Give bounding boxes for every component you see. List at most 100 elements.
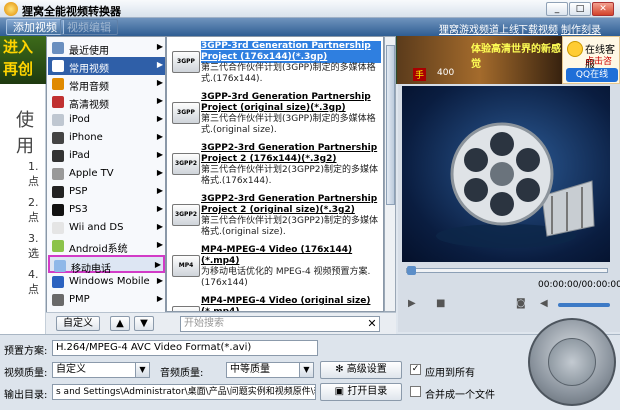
- format-item[interactable]: 3GPP2 3GPP2-3rd Generation Partnership Pr…: [167, 139, 383, 191]
- ipad-icon: [52, 150, 64, 162]
- stop-button[interactable]: ■: [436, 298, 445, 309]
- hd-icon: [52, 96, 64, 108]
- scrollbar-thumb[interactable]: [386, 45, 395, 205]
- search-clear-icon[interactable]: ✕: [365, 317, 379, 331]
- preset-value: H.264/MPEG-4 AVC Video Format(*.avi): [56, 342, 252, 353]
- category-item[interactable]: Android系统 ▶: [48, 237, 165, 255]
- category-label: Wii and DS: [69, 222, 124, 233]
- chevron-right-icon: ▶: [156, 42, 163, 51]
- chevron-down-icon[interactable]: ▼: [299, 363, 313, 377]
- volume-slider[interactable]: [558, 303, 610, 307]
- preset-label: 预置方案:: [4, 346, 48, 357]
- minimize-button[interactable]: _: [546, 2, 568, 16]
- category-item[interactable]: 高清视频 ▶: [48, 93, 165, 111]
- format-name: 3GPP2-3rd Generation Partnership Project…: [201, 194, 378, 215]
- category-item[interactable]: Apple TV ▶: [48, 165, 165, 183]
- format-item[interactable]: MP4MP4-MPEG-4 Video (original size)(*.mp…: [167, 292, 383, 311]
- category-item[interactable]: iPad ▶: [48, 147, 165, 165]
- apply-all-checkbox[interactable]: ✓: [410, 364, 421, 375]
- format-icon: 3GPP2: [172, 153, 200, 175]
- category-item[interactable]: iPod ▶: [48, 111, 165, 129]
- appletv-icon: [52, 168, 64, 180]
- category-label: Windows Mobile: [69, 276, 150, 287]
- category-bottom-bar: 自定义 ▲ ▼ 开始搜索 ✕: [46, 312, 396, 334]
- category-item[interactable]: iPhone ▶: [48, 129, 165, 147]
- category-item[interactable]: 常用视频 ▶: [48, 57, 165, 75]
- toolbar: 添加视频 视频编辑 狸窝游戏频道上线 下载视频 制作刻录DVD: [0, 18, 620, 47]
- output-dir-input[interactable]: s and Settings\Administrator\桌面\产品\问题实例和…: [52, 384, 316, 400]
- wii-icon: [52, 222, 64, 234]
- open-dir-button[interactable]: ▣ 打开目录: [320, 383, 402, 401]
- format-icon: 3GPP: [172, 102, 200, 124]
- format-icon: 3GPP: [172, 51, 200, 73]
- category-item[interactable]: 常用音频 ▶: [48, 75, 165, 93]
- add-video-button[interactable]: 添加视频: [6, 19, 64, 35]
- category-item[interactable]: Windows Mobile ▶: [48, 273, 165, 291]
- format-item[interactable]: 3GPP 3GPP-3rd Generation Partnership Proj…: [167, 37, 383, 89]
- seek-handle[interactable]: [407, 266, 416, 275]
- chevron-right-icon: ▶: [154, 260, 161, 269]
- maximize-button[interactable]: □: [569, 2, 591, 16]
- qq-online-button[interactable]: QQ在线: [566, 68, 618, 82]
- category-item[interactable]: PS3 ▶: [48, 201, 165, 219]
- category-label: Apple TV: [69, 168, 114, 179]
- category-item[interactable]: 移动电话 ▶: [48, 255, 165, 275]
- preset-select[interactable]: H.264/MPEG-4 AVC Video Format(*.avi): [52, 340, 318, 356]
- clock-icon: [52, 42, 64, 54]
- category-label: Android系统: [69, 244, 128, 255]
- format-search-input[interactable]: 开始搜索 ✕: [180, 316, 380, 332]
- move-up-button[interactable]: ▲: [110, 316, 130, 331]
- convert-button[interactable]: [528, 318, 616, 406]
- video-quality-select[interactable]: 自定义 ▼: [52, 362, 150, 378]
- format-list-scrollbar[interactable]: [384, 36, 396, 312]
- video-preview: [402, 86, 610, 262]
- category-item[interactable]: PSP ▶: [48, 183, 165, 201]
- game-channel-link[interactable]: 狸窝游戏频道上线: [439, 21, 519, 36]
- category-label: 常用视频: [69, 64, 109, 75]
- output-dir-label: 输出目录:: [4, 390, 48, 401]
- chevron-right-icon: ▶: [156, 204, 163, 213]
- advanced-settings-button[interactable]: ✻ 高级设置: [320, 361, 402, 379]
- audio-quality-select[interactable]: 中等质量 ▼: [226, 362, 314, 378]
- chevron-right-icon: ▶: [156, 150, 163, 159]
- category-item[interactable]: 最近使用 ▶: [48, 39, 165, 57]
- category-label: 常用音频: [69, 82, 109, 93]
- custom-button[interactable]: 自定义: [56, 316, 100, 331]
- phone-icon: [54, 260, 66, 272]
- intro-step-1: 1. 点: [28, 160, 39, 188]
- banner-game-ad[interactable]: 体验高清世界的新感觉 手 400: [397, 36, 562, 84]
- format-item[interactable]: MP4 MP4-MPEG-4 Video (176x144)(*.mp4) 为移动电…: [167, 241, 383, 293]
- format-icon: MP4: [172, 255, 200, 277]
- snapshot-icon[interactable]: ◙: [516, 298, 526, 309]
- search-placeholder: 开始搜索: [184, 318, 224, 329]
- app-logo-icon: [4, 2, 18, 16]
- download-video-link[interactable]: 下载视频: [518, 21, 558, 36]
- audio-quality-value: 中等质量: [230, 364, 270, 375]
- film-reel-icon: [436, 122, 595, 248]
- volume-icon[interactable]: ◀: [540, 298, 548, 309]
- banner-left[interactable]: 进入 再创: [0, 36, 46, 84]
- video-quality-label: 视频质量:: [4, 368, 48, 379]
- windows-icon: [52, 276, 64, 288]
- format-item[interactable]: 3GPP2 3GPP2-3rd Generation Partnership Pr…: [167, 190, 383, 242]
- play-button[interactable]: ▶: [408, 298, 416, 309]
- intro-heading: 使用: [16, 110, 34, 157]
- chevron-down-icon[interactable]: ▼: [135, 363, 149, 377]
- seek-bar[interactable]: [406, 266, 608, 275]
- close-button[interactable]: ✕: [592, 2, 614, 16]
- settings-panel: 预置方案: H.264/MPEG-4 AVC Video Format(*.av…: [0, 334, 620, 410]
- merge-checkbox[interactable]: [410, 386, 421, 397]
- edit-video-button[interactable]: 视频编辑: [60, 19, 118, 35]
- category-label: PSP: [69, 186, 88, 197]
- advanced-settings-label: 高级设置: [346, 364, 387, 375]
- service-avatar-icon: [567, 41, 583, 57]
- open-dir-label: 打开目录: [347, 386, 388, 397]
- preview-panel: 00:00:00/00:00:00 ▶ ■ ◙ ◀: [398, 84, 620, 332]
- time-display: 00:00:00/00:00:00: [538, 280, 620, 290]
- format-item[interactable]: 3GPP 3GPP-3rd Generation Partnership Proj…: [167, 88, 383, 140]
- category-item[interactable]: Wii and DS ▶: [48, 219, 165, 237]
- category-item[interactable]: PMP ▶: [48, 291, 165, 309]
- online-service-panel[interactable]: 在线客服 点击咨询 QQ在线: [562, 36, 620, 84]
- move-down-button[interactable]: ▼: [134, 316, 154, 331]
- category-label: 最近使用: [69, 46, 109, 57]
